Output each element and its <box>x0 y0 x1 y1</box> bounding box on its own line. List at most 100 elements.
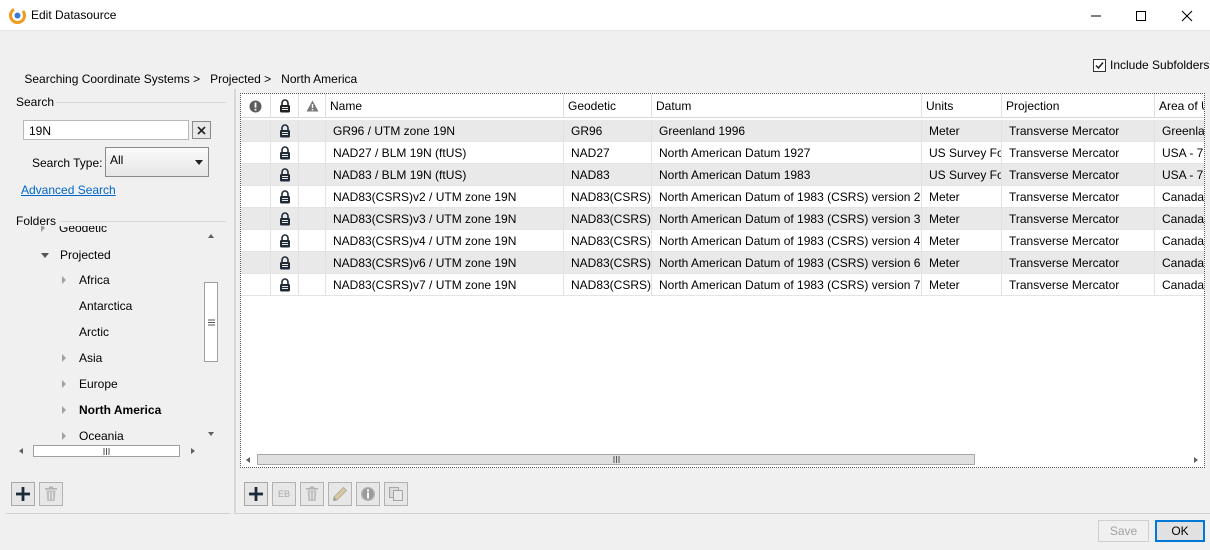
scroll-right-icon[interactable] <box>191 448 195 454</box>
cell-units: Meter <box>922 230 1002 251</box>
cell-datum: Greenland 1996 <box>652 120 922 141</box>
tree-item-africa[interactable]: Africa <box>62 270 110 290</box>
add-coordinate-system-button[interactable] <box>244 482 268 506</box>
table-row[interactable]: NAD83(CSRS)v7 / UTM zone 19N NAD83(CSRS)\… <box>241 274 1204 296</box>
eb-button[interactable]: EB <box>272 482 296 506</box>
ok-button[interactable]: OK <box>1155 520 1205 542</box>
advanced-search-link[interactable]: Advanced Search <box>21 183 116 197</box>
grid-horizontal-scrollbar[interactable] <box>241 452 1204 467</box>
title-bar: Edit Datasource <box>0 0 1210 31</box>
expand-icon[interactable] <box>62 276 66 284</box>
panel-splitter[interactable] <box>234 89 236 514</box>
table-row[interactable]: NAD83 / BLM 19N (ftUS) NAD83 North America… <box>241 164 1204 186</box>
cell-name: NAD83(CSRS)v4 / UTM zone 19N <box>326 230 564 251</box>
scroll-up-icon[interactable] <box>208 234 214 238</box>
cell-name: NAD83(CSRS)v6 / UTM zone 19N <box>326 252 564 273</box>
plus-icon <box>249 487 263 501</box>
lock-icon <box>279 99 290 113</box>
copy-button[interactable] <box>384 482 408 506</box>
tree-item-projected[interactable]: Projected <box>41 245 111 265</box>
header-lock[interactable] <box>271 94 299 118</box>
cell-area-of-use: Greenlar <box>1162 123 1205 138</box>
cell-projection: Transverse Mercator <box>1002 164 1155 185</box>
cell-area-of-use: Canada - <box>1162 211 1205 226</box>
folder-tree-vertical-scrollbar[interactable] <box>203 228 219 442</box>
table-row[interactable]: NAD83(CSRS)v3 / UTM zone 19N NAD83(CSRS)\… <box>241 208 1204 230</box>
search-input[interactable]: 19N <box>23 120 189 140</box>
checkbox-box[interactable] <box>1093 58 1106 72</box>
header-status[interactable] <box>241 94 271 118</box>
expand-icon[interactable] <box>62 432 66 440</box>
scroll-down-icon[interactable] <box>208 432 214 436</box>
scroll-right-icon[interactable] <box>1194 457 1198 463</box>
delete-coordinate-system-button[interactable] <box>300 482 324 506</box>
cell-geodetic: NAD83 <box>564 164 652 185</box>
info-icon <box>361 487 375 501</box>
cell-warning <box>299 230 326 251</box>
cell-status <box>241 230 271 251</box>
breadcrumb-bar: Searching Coordinate Systems > Projected … <box>0 40 1210 88</box>
table-row[interactable]: GR96 / UTM zone 19N GR96 Greenland 1996 Met… <box>241 120 1204 142</box>
scrollbar-thumb[interactable] <box>33 445 180 457</box>
header-projection[interactable]: Projection <box>1002 94 1155 118</box>
tree-item-arctic[interactable]: Arctic <box>79 322 109 342</box>
close-button[interactable] <box>1164 0 1210 31</box>
delete-folder-button[interactable] <box>39 482 63 506</box>
tree-item-oceania[interactable]: Oceania <box>62 426 124 442</box>
grid-header: Name Geodetic Datum Units Projection Are… <box>241 94 1204 118</box>
tree-item-north-america[interactable]: North America <box>62 400 161 420</box>
grip-icon <box>207 319 215 325</box>
include-subfolders-checkbox[interactable]: Include Subfolders <box>1093 58 1209 72</box>
expand-icon[interactable] <box>62 354 66 362</box>
copy-icon <box>389 487 403 501</box>
expand-icon[interactable] <box>62 380 66 388</box>
cell-warning <box>299 186 326 207</box>
folder-tree-horizontal-scrollbar[interactable] <box>13 444 203 458</box>
breadcrumb-item-north-america[interactable]: North America <box>281 72 357 86</box>
tree-item-europe[interactable]: Europe <box>62 374 118 394</box>
edit-coordinate-system-button[interactable] <box>328 482 352 506</box>
save-button[interactable]: Save <box>1098 520 1149 542</box>
cell-status <box>241 164 271 185</box>
add-folder-button[interactable] <box>11 482 35 506</box>
header-warning[interactable] <box>299 94 326 118</box>
cell-warning <box>299 252 326 273</box>
include-subfolders-label: Include Subfolders <box>1110 58 1210 72</box>
minimize-button[interactable] <box>1073 0 1119 31</box>
tree-item-antarctica[interactable]: Antarctica <box>79 296 132 316</box>
search-type-select[interactable]: All <box>105 147 209 177</box>
search-type-value: All <box>110 153 124 167</box>
header-units[interactable]: Units <box>922 94 1002 118</box>
info-button[interactable] <box>356 482 380 506</box>
checkmark-icon <box>1095 61 1104 69</box>
maximize-button[interactable] <box>1118 0 1164 31</box>
tree-item-asia[interactable]: Asia <box>62 348 102 368</box>
cell-warning <box>299 274 326 295</box>
header-name[interactable]: Name <box>326 94 564 118</box>
breadcrumb-item-projected[interactable]: Projected > <box>210 72 271 86</box>
table-row[interactable]: NAD83(CSRS)v6 / UTM zone 19N NAD83(CSRS)\… <box>241 252 1204 274</box>
pencil-icon <box>333 486 348 501</box>
breadcrumb-item-search[interactable]: Searching Coordinate Systems > <box>24 72 200 86</box>
divider <box>236 513 1210 514</box>
scroll-left-icon[interactable] <box>246 457 250 463</box>
cell-geodetic: NAD83(CSRS)\ <box>564 208 652 229</box>
collapse-icon[interactable] <box>41 252 49 258</box>
scrollbar-thumb[interactable] <box>257 454 975 465</box>
header-geodetic[interactable]: Geodetic <box>564 94 652 118</box>
clear-search-button[interactable] <box>192 121 211 139</box>
expand-icon[interactable] <box>62 406 66 414</box>
header-area-of-use[interactable]: Area of U <box>1155 94 1204 118</box>
cell-lock <box>271 120 299 141</box>
cell-units: Meter <box>922 252 1002 273</box>
cell-geodetic: NAD83(CSRS)\ <box>564 230 652 251</box>
scrollbar-thumb[interactable] <box>204 282 218 362</box>
expand-icon[interactable] <box>41 226 45 232</box>
tree-item-geodetic[interactable]: Geodetic <box>41 226 107 238</box>
header-datum[interactable]: Datum <box>652 94 922 118</box>
table-row[interactable]: NAD83(CSRS)v4 / UTM zone 19N NAD83(CSRS)\… <box>241 230 1204 252</box>
scroll-left-icon[interactable] <box>19 448 23 454</box>
coordinate-systems-grid: Name Geodetic Datum Units Projection Are… <box>240 93 1205 468</box>
table-row[interactable]: NAD83(CSRS)v2 / UTM zone 19N NAD83(CSRS)\… <box>241 186 1204 208</box>
table-row[interactable]: NAD27 / BLM 19N (ftUS) NAD27 North America… <box>241 142 1204 164</box>
